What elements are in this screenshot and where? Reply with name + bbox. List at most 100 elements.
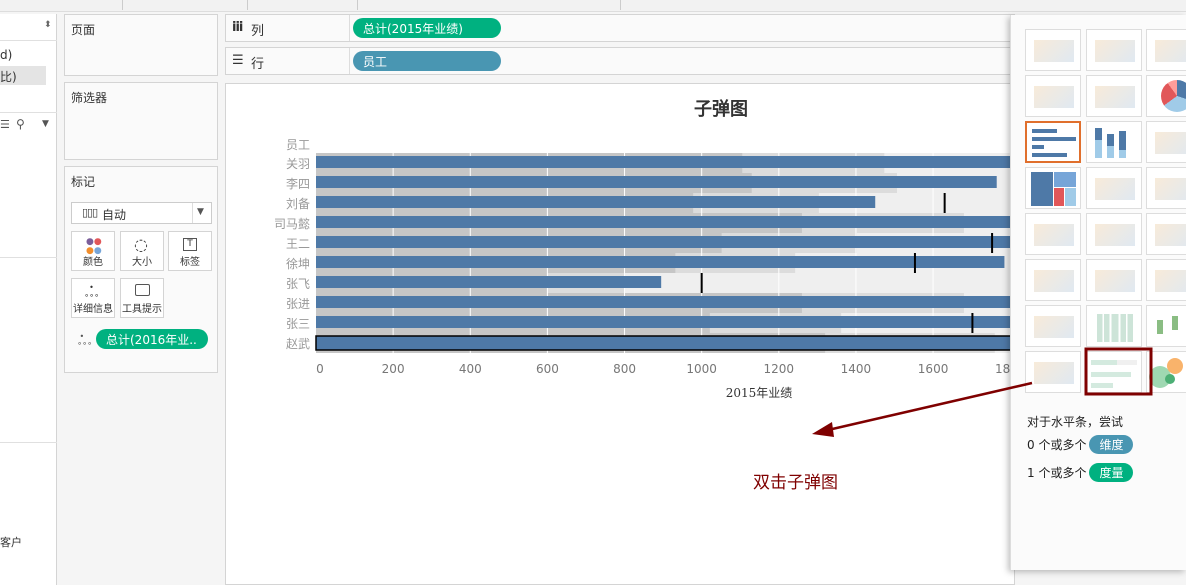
list-view-icon[interactable]: ☰ <box>0 118 10 131</box>
chart-view[interactable]: 子弹图 员工 关羽 李四 刘备 司马懿 王二 徐坤 张飞 张进 张三 赵武 0 200 400 600 800 1… <box>225 83 1016 585</box>
bar <box>316 156 1016 168</box>
filters-card[interactable]: 筛选器 <box>64 82 218 160</box>
bar <box>316 296 1016 308</box>
show-me-horizontal-bar[interactable] <box>1025 121 1081 163</box>
show-me-line-continuous[interactable] <box>1025 213 1081 255</box>
detail-pill[interactable]: 总计(2016年业.. <box>96 329 208 349</box>
field-item-selected[interactable]: 比) <box>0 66 46 85</box>
chevron-down-icon: ▼ <box>197 207 204 217</box>
show-me-area-discrete[interactable] <box>1086 259 1142 301</box>
row-label: 关羽 <box>286 157 310 171</box>
columns-shelf: iii 列 总计(2015年业绩) <box>225 14 1015 42</box>
show-me-hint: 对于水平条，尝试 <box>1027 415 1124 429</box>
mark-type-value: 自动 <box>102 208 127 222</box>
show-me-circle-view[interactable] <box>1086 167 1142 209</box>
show-me-text-table[interactable] <box>1025 29 1081 71</box>
row-header: 员工 <box>286 138 310 152</box>
bar <box>316 316 1016 328</box>
filters-title: 筛选器 <box>71 91 108 105</box>
dimension-requirement: 0 个或多个 维度 <box>1027 435 1134 454</box>
mark-type-select[interactable]: ▯▯▯ 自动 ▼ <box>71 202 212 224</box>
row-label: 张三 <box>286 317 310 331</box>
rows-shelf: ☰ 行 员工 <box>225 47 1015 75</box>
show-me-heat-map[interactable] <box>1086 29 1142 71</box>
toolbar-divider <box>357 0 358 10</box>
show-me-highlight-table[interactable] <box>1146 29 1186 71</box>
chart-title: 子弹图 <box>694 98 748 120</box>
show-me-gantt-chart[interactable] <box>1025 351 1081 393</box>
bar <box>316 236 1016 248</box>
show-me-box-whisker[interactable] <box>1146 305 1186 347</box>
field-item[interactable]: 客户 <box>0 534 22 550</box>
x-axis-title: 2015年业绩 <box>726 386 793 400</box>
x-tick-label: 1000 <box>686 362 717 376</box>
x-tick-label: 1200 <box>764 362 795 376</box>
pages-card[interactable]: 页面 <box>64 14 218 76</box>
toolbar <box>0 0 1186 12</box>
show-me-packed-bubbles[interactable] <box>1146 351 1186 393</box>
row-label: 徐坤 <box>286 256 310 271</box>
bar <box>316 196 876 208</box>
show-me-histogram[interactable] <box>1086 305 1142 347</box>
show-me-scatter-plot[interactable] <box>1025 305 1081 347</box>
color-button[interactable]: ●● ●● 颜色 <box>71 231 115 271</box>
bar <box>316 176 997 188</box>
x-tick-label: 400 <box>459 362 482 376</box>
x-tick-label: 600 <box>536 362 559 376</box>
show-me-treemap[interactable] <box>1025 167 1081 209</box>
field-item[interactable]: d) <box>0 48 12 62</box>
measure-tag: 度量 <box>1089 463 1134 482</box>
x-tick-label: 200 <box>382 362 405 376</box>
x-tick-label: 800 <box>613 362 636 376</box>
measure-requirement: 1 个或多个 度量 <box>1027 463 1134 482</box>
columns-pill[interactable]: 总计(2015年业绩) <box>353 18 501 38</box>
toolbar-divider <box>122 0 123 10</box>
data-pane: ⬍ d) 比) ☰ ⚲ ▼ 客户 <box>0 14 57 585</box>
search-icon[interactable]: ⚲ <box>16 117 25 131</box>
bar <box>315 335 1016 351</box>
show-me-stacked-bar[interactable] <box>1086 121 1142 163</box>
row-label: 刘备 <box>286 197 310 211</box>
bullet-chart[interactable]: 子弹图员工关羽李四刘备司马懿王二徐坤张飞张进张三赵武 0 200 400 600 800 1… <box>226 84 1016 584</box>
dimension-tag: 维度 <box>1089 435 1134 454</box>
tooltip-button[interactable]: 工具提示 <box>120 278 164 318</box>
show-me-side-by-side-circle[interactable] <box>1146 167 1186 209</box>
bar <box>316 256 1005 268</box>
show-me-side-by-side-bar[interactable] <box>1146 121 1186 163</box>
detail-button[interactable]: • ∘∘∘ 详细信息 <box>71 278 115 318</box>
marks-card: 标记 ▯▯▯ 自动 ▼ ●● ●● 颜色 ◌ 大小 T 标签 • ∘∘∘ 详细信息 工具提示… <box>64 166 218 373</box>
toolbar-divider <box>620 0 621 10</box>
row-label: 张进 <box>286 297 310 311</box>
toolbar-divider <box>247 0 248 10</box>
columns-icon: iii <box>232 20 243 35</box>
row-label: 司马懿 <box>274 216 310 231</box>
show-me-area-continuous[interactable] <box>1025 259 1081 301</box>
show-me-dual-line[interactable] <box>1146 213 1186 255</box>
show-me-symbol-map[interactable] <box>1025 75 1081 117</box>
show-me-dual-combination[interactable] <box>1146 259 1186 301</box>
row-label: 李四 <box>286 176 310 191</box>
rows-pill[interactable]: 员工 <box>353 51 501 71</box>
size-button[interactable]: ◌ 大小 <box>120 231 164 271</box>
show-me-filled-map[interactable] <box>1086 75 1142 117</box>
divider <box>0 112 57 113</box>
row-label: 赵武 <box>286 337 310 351</box>
bar <box>316 276 662 288</box>
bar-chart-icon: ▯▯▯ <box>82 206 98 219</box>
size-icon: ◌ <box>134 235 148 254</box>
marks-title: 标记 <box>71 175 96 189</box>
show-me-bullet-graph[interactable] <box>1086 351 1142 393</box>
divider <box>0 442 57 443</box>
row-label: 王二 <box>286 237 310 251</box>
x-tick-label: 1400 <box>841 362 872 376</box>
rows-icon: ☰ <box>232 53 244 68</box>
sort-icon[interactable]: ⬍ <box>44 20 52 30</box>
columns-label: 列 <box>251 24 265 39</box>
detail-icon: • ∘∘∘ <box>84 283 100 300</box>
show-me-pie-chart[interactable] <box>1146 75 1186 117</box>
label-button[interactable]: T 标签 <box>168 231 212 271</box>
dropdown-icon[interactable]: ▼ <box>42 119 49 129</box>
row-label: 张飞 <box>286 277 310 291</box>
bar <box>316 216 1016 228</box>
show-me-line-discrete[interactable] <box>1086 213 1142 255</box>
